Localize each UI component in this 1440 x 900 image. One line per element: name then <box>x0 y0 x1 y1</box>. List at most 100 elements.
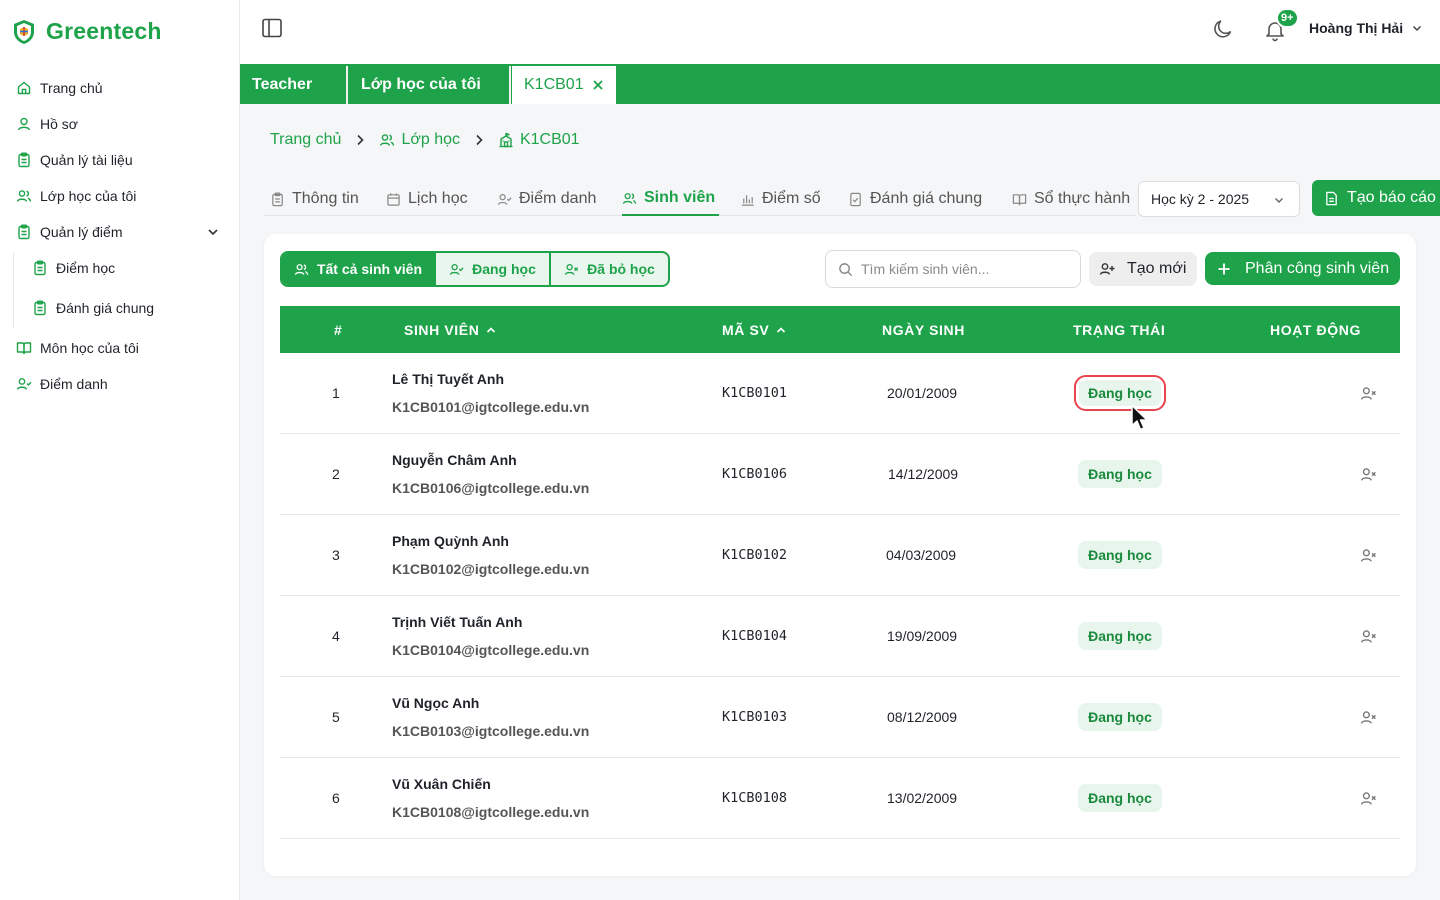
page-tab-my-classes[interactable]: Lớp học của tôi <box>349 66 511 104</box>
page-tab-label: Lớp học của tôi <box>361 76 481 93</box>
book-open-icon <box>16 342 32 355</box>
table-row: 2 Nguyễn Châm Anh K1CB0106@igtcollege.ed… <box>280 434 1400 515</box>
sidebar-item-grades[interactable]: Điểm học <box>32 253 222 283</box>
filter-studying[interactable]: Đang học <box>436 253 551 285</box>
remove-student-icon[interactable] <box>1360 709 1377 726</box>
status-badge[interactable]: Đang học <box>1078 784 1162 812</box>
tab-scores[interactable]: Điểm số <box>740 182 821 216</box>
create-new-button[interactable]: Tạo mới <box>1089 252 1197 286</box>
sidebar-item-home[interactable]: Trang chủ <box>16 73 226 103</box>
status-badge[interactable]: Đang học <box>1078 622 1162 650</box>
class-sub-tabs: Thông tin Lịch học Điểm danh Sinh viên Đ… <box>264 182 1136 216</box>
filter-all-students[interactable]: Tất cả sinh viên <box>282 253 436 285</box>
column-student-code[interactable]: MÃ SV <box>722 306 787 353</box>
search-icon <box>839 262 853 276</box>
student-name: Nguyễn Châm Anh <box>392 452 517 468</box>
tab-students[interactable]: Sinh viên <box>622 182 720 216</box>
sidebar-item-attendance[interactable]: Điểm danh <box>16 369 226 399</box>
student-code: K1CB0104 <box>722 628 788 644</box>
sidebar-item-label: Lớp học của tôi <box>40 188 137 204</box>
breadcrumb-label: Lớp học <box>401 131 460 148</box>
user-x-icon <box>564 263 579 275</box>
semester-select[interactable]: Học kỳ 2 - 2025 <box>1138 181 1300 217</box>
breadcrumb-label: K1CB01 <box>519 131 580 148</box>
student-name: Phạm Quỳnh Anh <box>392 533 509 549</box>
breadcrumb-home[interactable]: Trang chủ <box>270 131 341 149</box>
page-tab-label: Teacher <box>252 76 313 93</box>
create-report-label: Tạo báo cáo <box>1347 189 1436 206</box>
brand[interactable]: Greentech <box>12 18 162 45</box>
student-email: K1CB0101@igtcollege.edu.vn <box>392 399 590 415</box>
sidebar-item-general-evaluation[interactable]: Đánh giá chung <box>32 293 222 323</box>
moon-icon[interactable] <box>1212 18 1234 40</box>
home-icon <box>17 81 31 95</box>
page-tab-teacher[interactable]: Teacher <box>240 66 348 104</box>
sidebar-item-my-subjects[interactable]: Môn học của tôi <box>16 333 226 363</box>
status-badge[interactable]: Đang học <box>1074 375 1166 411</box>
sort-asc-icon <box>777 326 786 333</box>
tab-label: Điểm danh <box>519 190 597 207</box>
sidebar-item-label: Trang chủ <box>40 80 103 96</box>
student-email: K1CB0102@igtcollege.edu.vn <box>392 561 590 577</box>
status-badge[interactable]: Đang học <box>1078 541 1162 569</box>
tab-info[interactable]: Thông tin <box>270 182 359 216</box>
tab-general-evaluation[interactable]: Đánh giá chung <box>848 182 982 216</box>
row-index: 6 <box>332 790 340 806</box>
student-email: K1CB0106@igtcollege.edu.vn <box>392 480 590 496</box>
student-code: K1CB0102 <box>722 547 788 563</box>
column-label: HOẠT ĐỘNG <box>1270 321 1361 338</box>
clipboard-icon <box>34 300 46 316</box>
student-code: K1CB0108 <box>722 790 788 806</box>
tab-practice-book[interactable]: Sổ thực hành <box>1012 182 1130 216</box>
sidebar-item-label: Đánh giá chung <box>56 300 155 316</box>
column-action: HOẠT ĐỘNG <box>1270 306 1361 353</box>
students-card: Tất cả sinh viên Đang học Đã bỏ học Tạo … <box>264 234 1416 876</box>
sidebar-item-profile[interactable]: Hồ sơ <box>16 109 226 139</box>
sidebar-item-my-classes[interactable]: Lớp học của tôi <box>16 181 226 211</box>
sidebar-item-label: Môn học của tôi <box>40 340 139 356</box>
book-open-icon <box>1012 193 1027 205</box>
filter-dropped[interactable]: Đã bỏ học <box>551 253 668 285</box>
sort-asc-icon <box>487 326 496 333</box>
remove-student-icon[interactable] <box>1360 790 1377 807</box>
assign-students-button[interactable]: Phân công sinh viên <box>1205 252 1400 285</box>
status-badge[interactable]: Đang học <box>1078 460 1162 488</box>
sidebar-item-documents[interactable]: Quản lý tài liệu <box>16 145 226 175</box>
column-date-of-birth: NGÀY SINH <box>882 306 965 353</box>
student-filter-group: Tất cả sinh viên Đang học Đã bỏ học <box>280 251 670 287</box>
tab-label: Đánh giá chung <box>870 190 983 207</box>
tab-attendance[interactable]: Điểm danh <box>497 182 596 216</box>
create-report-button[interactable]: Tạo báo cáo <box>1312 180 1440 216</box>
tab-schedule[interactable]: Lịch học <box>386 182 468 216</box>
breadcrumb-classes[interactable]: Lớp học <box>379 131 460 149</box>
sidebar-item-label: Điểm danh <box>40 376 108 392</box>
search-input[interactable] <box>861 261 1061 277</box>
remove-student-icon[interactable] <box>1360 628 1377 645</box>
tab-label: Lịch học <box>408 190 468 207</box>
remove-student-icon[interactable] <box>1360 547 1377 564</box>
user-icon <box>17 117 31 131</box>
remove-student-icon[interactable] <box>1360 466 1377 483</box>
status-badge[interactable]: Đang học <box>1078 703 1162 731</box>
top-header: 9+ Hoàng Thị Hải <box>240 0 1440 64</box>
tab-label: Sinh viên <box>644 189 716 206</box>
student-dob: 20/01/2009 <box>887 385 958 401</box>
sidebar-item-label: Quản lý tài liệu <box>40 152 133 168</box>
chevron-down-icon <box>1275 198 1283 203</box>
sidebar-item-label: Điểm học <box>56 260 116 276</box>
sidebar-toggle-icon[interactable] <box>261 17 283 39</box>
student-name: Trịnh Viết Tuấn Anh <box>392 614 523 630</box>
close-icon[interactable] <box>592 79 604 91</box>
user-menu[interactable]: Hoàng Thị Hải <box>1309 20 1423 36</box>
remove-student-icon[interactable] <box>1360 385 1377 402</box>
chevron-down-icon[interactable] <box>206 225 220 239</box>
column-label: TRẠNG THÁI <box>1073 321 1166 338</box>
student-email: K1CB0108@igtcollege.edu.vn <box>392 804 590 820</box>
student-search[interactable] <box>825 250 1081 288</box>
student-name: Vũ Xuân Chiến <box>392 776 491 792</box>
column-student[interactable]: SINH VIÊN <box>404 306 497 353</box>
sidebar-item-grade-management[interactable]: Quản lý điểm <box>16 217 226 247</box>
mouse-cursor-icon <box>1131 404 1148 431</box>
page-tab-k1cb01[interactable]: K1CB01 <box>512 66 616 104</box>
student-dob: 19/09/2009 <box>887 628 958 644</box>
